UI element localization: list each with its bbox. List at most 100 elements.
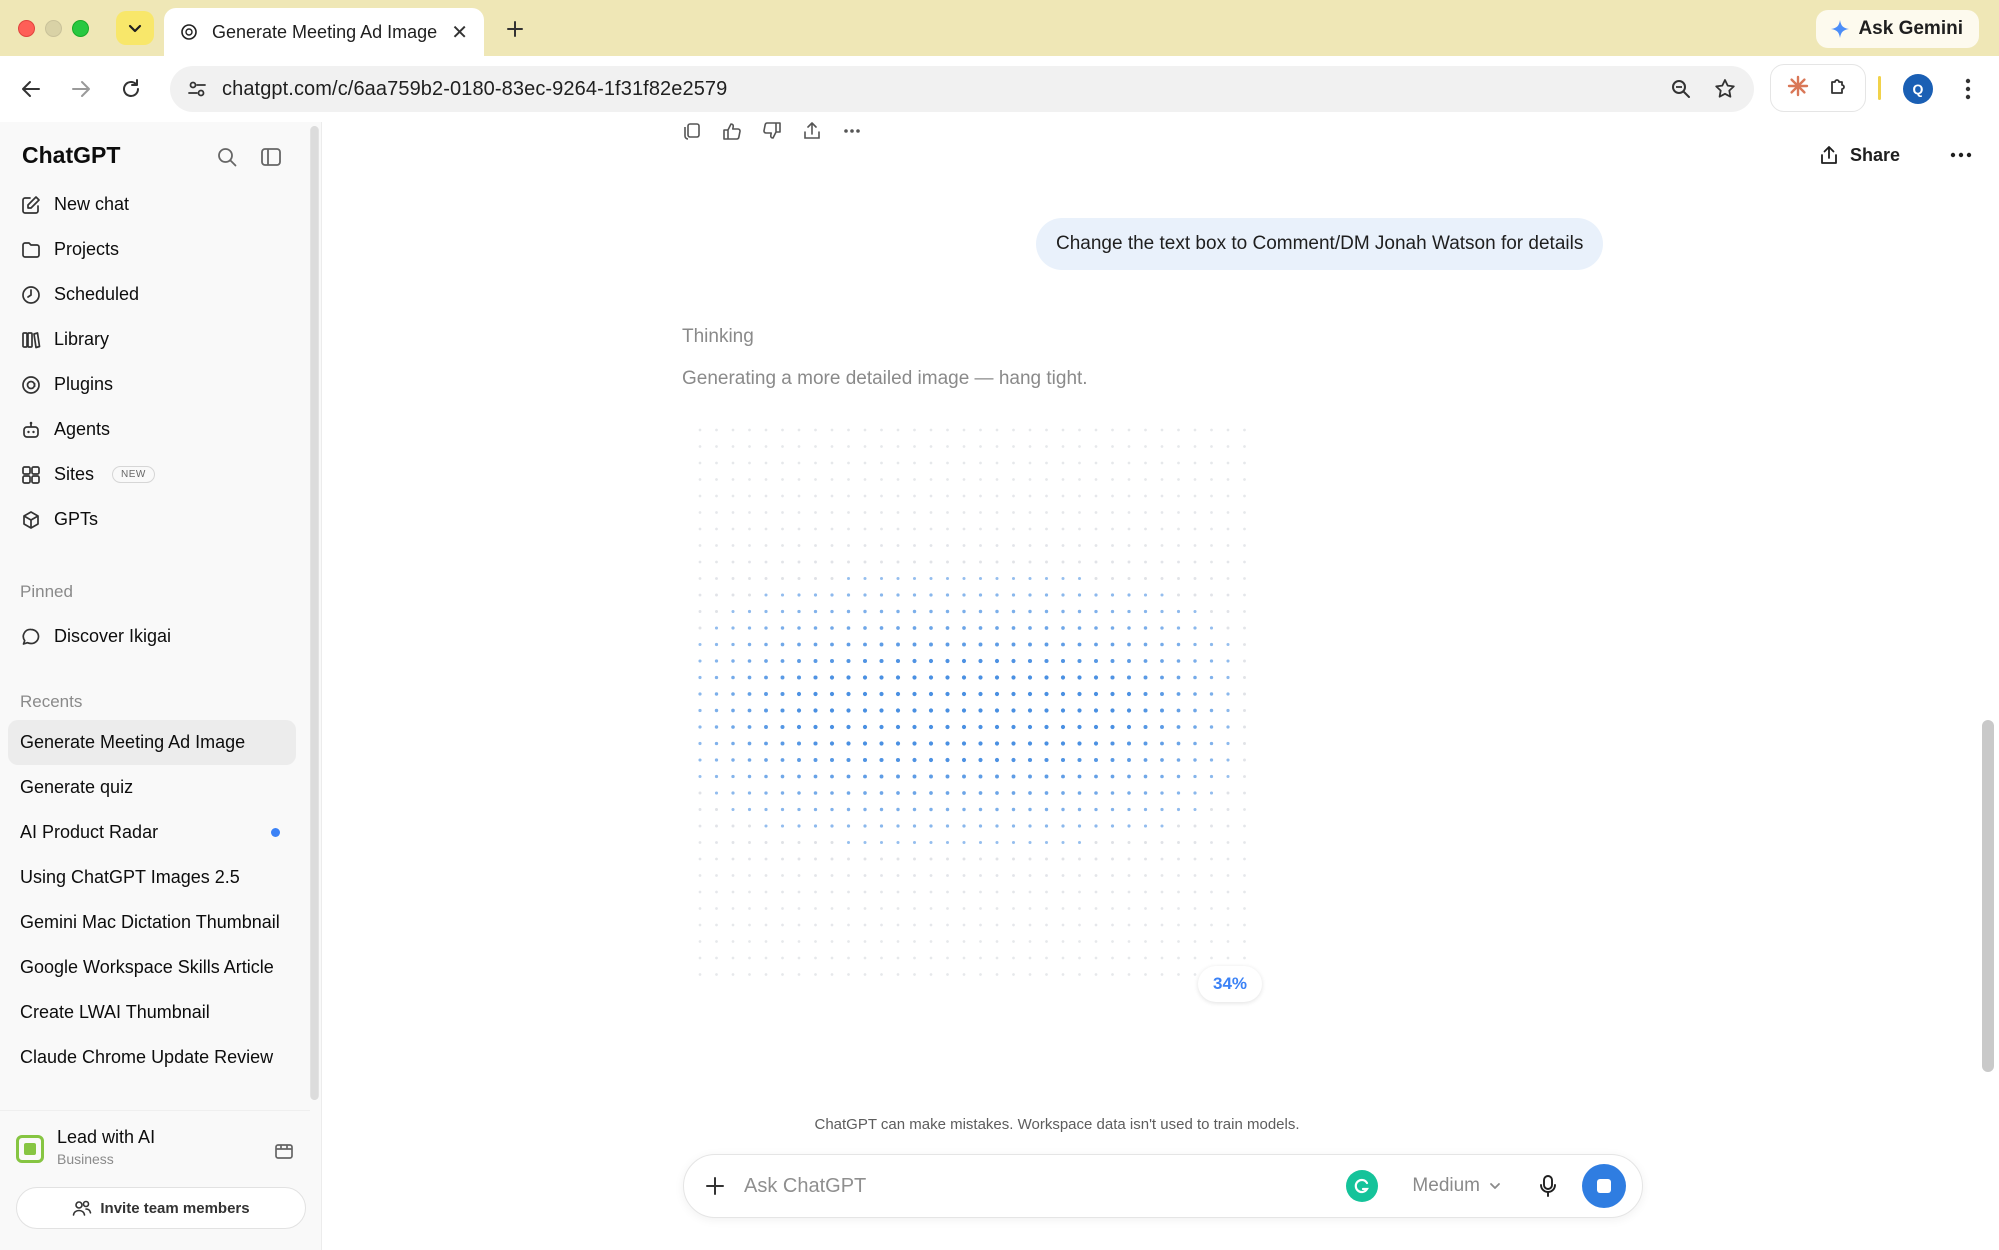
sidebar-item-sites[interactable]: Sites NEW	[10, 452, 302, 497]
sidebar-item-new-chat[interactable]: New chat	[10, 182, 302, 227]
recent-chat-item[interactable]: AI Product Radar	[8, 810, 296, 855]
placeholder-dot	[764, 494, 768, 498]
placeholder-dot	[1111, 890, 1114, 894]
placeholder-dot	[929, 973, 933, 976]
placeholder-dot	[913, 907, 916, 910]
grammarly-icon[interactable]	[1346, 1170, 1379, 1202]
sidebar-item-label: Sites	[54, 464, 95, 484]
sidebar-scrollbar-thumb[interactable]	[311, 126, 318, 1100]
zoom-icon[interactable]	[1666, 74, 1696, 104]
more-actions-icon[interactable]	[842, 122, 862, 140]
brand-title[interactable]: ChatGPT	[22, 142, 120, 169]
recent-chat-item[interactable]: Generate Meeting Ad Image	[8, 720, 296, 765]
placeholder-dot	[698, 610, 702, 613]
main-scrollbar-thumb[interactable]	[1982, 720, 1994, 1072]
placeholder-dot	[1028, 626, 1032, 630]
tab-search-button[interactable]	[116, 11, 154, 45]
workspace-name[interactable]: Lead with AI	[57, 1127, 155, 1148]
placeholder-dot	[912, 840, 917, 845]
back-button[interactable]	[16, 74, 46, 104]
placeholder-dot	[962, 923, 966, 927]
claude-extension-icon[interactable]	[1786, 74, 1810, 103]
placeholder-dot	[1027, 741, 1033, 746]
placeholder-dot	[829, 691, 835, 697]
sidebar-item-projects[interactable]: Projects	[10, 227, 302, 272]
sidebar-item-agents[interactable]: Agents	[10, 407, 302, 452]
placeholder-dot	[731, 560, 735, 564]
placeholder-dot	[895, 691, 901, 697]
placeholder-dot	[764, 791, 768, 795]
placeholder-dot	[846, 642, 851, 647]
placeholder-dot	[978, 626, 983, 630]
placeholder-dot	[863, 544, 867, 547]
share-button[interactable]: Share	[1818, 138, 1900, 172]
placeholder-dot	[1027, 724, 1033, 730]
conversation-options-icon[interactable]	[1946, 140, 1976, 170]
placeholder-dot	[1210, 956, 1213, 960]
placeholder-dot	[1127, 494, 1131, 498]
sidebar-item-plugins[interactable]: Plugins	[10, 362, 302, 407]
ask-gemini-button[interactable]: Ask Gemini	[1816, 10, 1979, 48]
placeholder-dot	[698, 445, 702, 448]
window-close-button[interactable]	[18, 20, 35, 37]
chevron-down-icon	[1490, 1183, 1500, 1189]
recent-chat-item[interactable]: Google Workspace Skills Article	[8, 945, 296, 990]
placeholder-dot	[814, 461, 817, 465]
copy-icon[interactable]	[682, 122, 702, 140]
placeholder-dot	[829, 708, 835, 713]
placeholder-dot	[1193, 527, 1197, 531]
recent-chat-item[interactable]: Gemini Mac Dictation Thumbnail	[8, 900, 296, 945]
new-tab-button[interactable]	[500, 14, 530, 44]
placeholder-dot	[912, 724, 917, 730]
placeholder-dot	[1094, 874, 1098, 877]
placeholder-dot	[1078, 956, 1081, 960]
pinned-item-discover-ikigai[interactable]: Discover Ikigai	[10, 614, 302, 659]
workspace-switch-icon[interactable]	[270, 1137, 298, 1165]
toggle-sidebar-icon[interactable]	[256, 142, 286, 172]
forward-button[interactable]	[66, 74, 96, 104]
recent-chat-item[interactable]: Using ChatGPT Images 2.5	[8, 855, 296, 900]
placeholder-dot	[1193, 824, 1197, 828]
placeholder-dot	[731, 642, 735, 647]
add-attachment-icon[interactable]	[700, 1171, 730, 1201]
sidebar-item-gpts[interactable]: GPTs	[10, 497, 302, 542]
share-message-icon[interactable]	[802, 122, 822, 140]
placeholder-dot	[1078, 560, 1081, 564]
placeholder-dot	[979, 478, 982, 481]
placeholder-dot	[1177, 973, 1180, 976]
puzzle-extensions-icon[interactable]	[1827, 74, 1851, 103]
placeholder-dot	[813, 824, 818, 828]
bookmark-star-icon[interactable]	[1710, 74, 1740, 104]
browser-menu-icon[interactable]	[1955, 74, 1981, 104]
stop-generation-button[interactable]	[1582, 1164, 1626, 1208]
window-minimize-button[interactable]	[45, 20, 62, 37]
thumbs-down-icon[interactable]	[762, 122, 782, 140]
microphone-icon[interactable]	[1534, 1172, 1562, 1200]
placeholder-dot	[1160, 857, 1164, 861]
reload-button[interactable]	[116, 74, 146, 104]
placeholder-dot	[945, 642, 950, 647]
invite-team-button[interactable]: Invite team members	[16, 1187, 306, 1229]
site-settings-icon[interactable]	[186, 78, 208, 100]
recent-chat-item[interactable]: Generate quiz	[8, 765, 296, 810]
placeholder-dot	[863, 511, 867, 514]
placeholder-dot	[1077, 807, 1082, 812]
recent-chat-item[interactable]: Create LWAI Thumbnail	[8, 990, 296, 1035]
recent-chat-item[interactable]: Claude Chrome Update Review	[8, 1035, 296, 1080]
search-chats-icon[interactable]	[212, 142, 242, 172]
placeholder-dot	[929, 626, 933, 630]
sidebar-item-library[interactable]: Library	[10, 317, 302, 362]
prompt-input[interactable]	[744, 1174, 1347, 1198]
sidebar-item-scheduled[interactable]: Scheduled	[10, 272, 302, 317]
model-selector[interactable]: Medium	[1412, 1175, 1502, 1197]
url-text[interactable]: chatgpt.com/c/6aa759b2-0180-83ec-9264-1f…	[222, 78, 1666, 101]
thinking-label[interactable]: Thinking	[682, 326, 754, 348]
profile-avatar[interactable]: Q	[1903, 74, 1933, 104]
browser-tab-active[interactable]: Generate Meeting Ad Image ✕	[164, 8, 484, 56]
placeholder-dot	[830, 642, 834, 647]
window-zoom-button[interactable]	[72, 20, 89, 37]
address-bar[interactable]: chatgpt.com/c/6aa759b2-0180-83ec-9264-1f…	[170, 66, 1754, 112]
thumbs-up-icon[interactable]	[722, 122, 742, 140]
placeholder-dot	[1044, 658, 1049, 664]
tab-close-icon[interactable]: ✕	[451, 20, 468, 45]
